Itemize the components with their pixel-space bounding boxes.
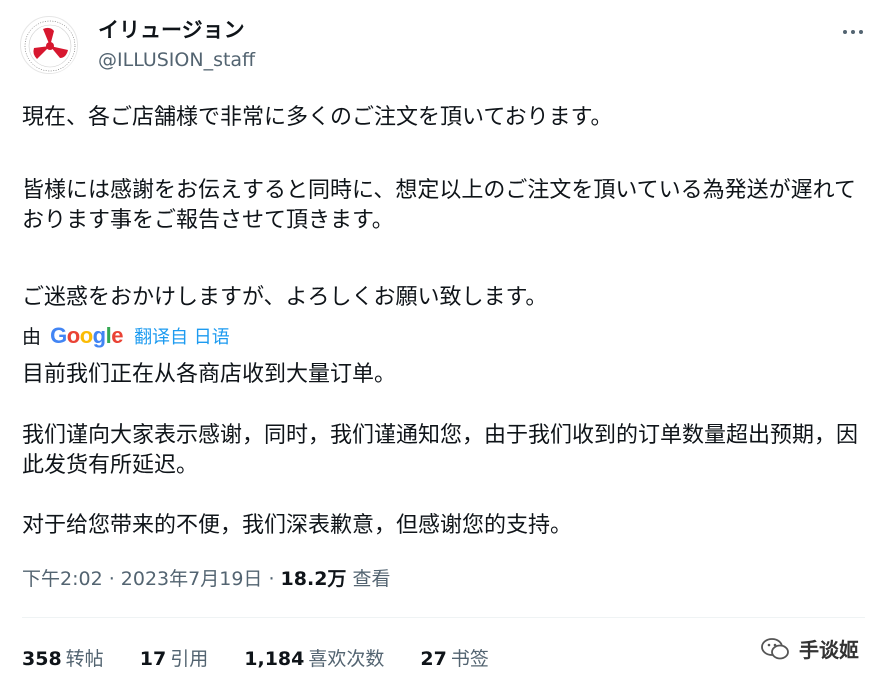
tweet-time[interactable]: 下午2:02 [22, 568, 103, 590]
view-count: 18.2万 [280, 568, 347, 590]
translation-by-label: 由 [22, 326, 42, 348]
tweet-header: イリュージョン @ILLUSION_staff [20, 14, 865, 76]
more-horizontal-icon[interactable] [841, 20, 865, 44]
stat-label: 喜欢次数 [308, 648, 385, 670]
stat-number: 17 [139, 648, 167, 670]
stat-label: 引用 [170, 648, 209, 670]
user-handle[interactable]: @ILLUSION_staff [98, 48, 255, 72]
stat-number: 358 [22, 648, 62, 670]
watermark: 手谈姬 [760, 634, 859, 663]
stat-quotes[interactable]: 17 引用 [140, 646, 208, 672]
display-name[interactable]: イリュージョン [98, 16, 245, 44]
divider [22, 617, 865, 618]
wechat-icon [761, 637, 789, 659]
view-label: 查看 [352, 568, 391, 590]
stat-retweets[interactable]: 358 转帖 [22, 646, 104, 672]
tweet-meta: 下午2:02 · 2023年7月19日 · 18.2万 查看 [22, 566, 391, 592]
google-logo: Google [50, 322, 123, 348]
tweet-text-original-2: 皆様には感謝をお伝えすると同時に、想定以上のご注文を頂いている為発送が遅れており… [22, 178, 857, 233]
meta-separator: · [262, 568, 281, 590]
translated-from-link[interactable]: 翻译自 日语 [134, 327, 230, 348]
avatar[interactable] [20, 16, 78, 74]
tweet-text-translated-2: 我们谨向大家表示感谢，同时，我们谨通知您，由于我们收到的订单数量超出预期，因此发… [22, 423, 859, 478]
stat-number: 1,184 [244, 648, 305, 670]
tweet-text-original-3: ご迷惑をおかけしますが、よろしくお願い致します。 [22, 285, 548, 310]
propeller-logo-icon [23, 19, 77, 73]
stat-bookmarks[interactable]: 27 书签 [420, 646, 488, 672]
stat-number: 27 [420, 648, 447, 670]
tweet-text-original-1: 現在、各ご店舗様で非常に多くのご注文を頂いております。 [22, 105, 613, 130]
engagement-stats: 358 转帖 17 引用 1,184 喜欢次数 27 书签 [22, 646, 519, 672]
tweet-text-translated-3: 对于给您带来的不便，我们深表歉意，但感谢您的支持。 [22, 513, 573, 538]
tweet-date[interactable]: 2023年7月19日 [121, 568, 263, 590]
translation-attribution: 由 Google 翻译自 日语 [22, 322, 230, 350]
tweet-text-translated-1: 目前我们正在从各商店收到大量订单。 [22, 362, 397, 387]
meta-separator: · [102, 568, 121, 590]
watermark-text: 手谈姬 [799, 638, 859, 662]
stat-label: 转帖 [65, 648, 104, 670]
stat-likes[interactable]: 1,184 喜欢次数 [244, 646, 384, 672]
stat-label: 书签 [450, 648, 489, 670]
